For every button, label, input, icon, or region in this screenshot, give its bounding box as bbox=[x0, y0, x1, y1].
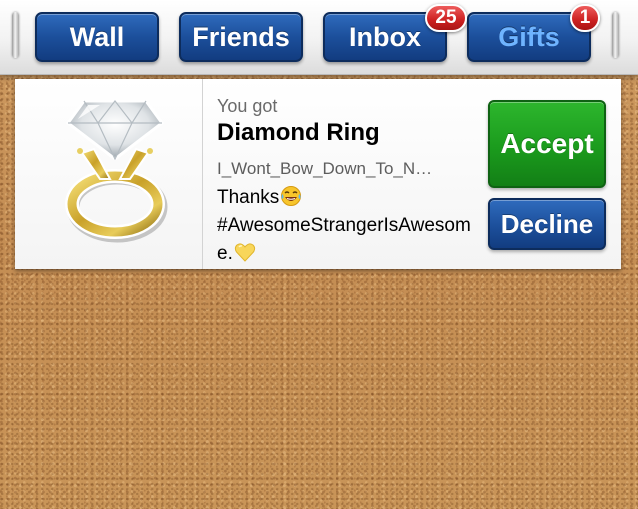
yellow-heart-emoji-icon bbox=[234, 243, 255, 262]
tears-of-joy-emoji-icon bbox=[281, 186, 302, 206]
accept-button-label: Accept bbox=[500, 128, 594, 159]
card-divider bbox=[202, 79, 203, 269]
gift-message: Thanks #AwesomeStrangerIsAwesome. bbox=[217, 184, 479, 268]
top-tab-bar: Wall Friends Inbox Gifts 25 1 bbox=[0, 0, 638, 75]
accept-button[interactable]: Accept bbox=[488, 100, 606, 188]
inbox-count-badge: 25 bbox=[425, 4, 467, 32]
tab-inbox-label: Inbox bbox=[349, 21, 421, 52]
diamond-ring-icon bbox=[65, 99, 168, 243]
gift-sender[interactable]: I_Wont_Bow_Down_To_N… bbox=[217, 159, 475, 179]
decline-button-label: Decline bbox=[500, 208, 594, 239]
gifts-count-badge: 1 bbox=[570, 4, 600, 32]
page-curl-right-icon bbox=[612, 12, 619, 58]
tab-wall[interactable]: Wall bbox=[35, 12, 159, 62]
gift-card: You got Diamond Ring I_Wont_Bow_Down_To_… bbox=[15, 79, 621, 269]
tab-wall-label: Wall bbox=[69, 21, 125, 52]
tab-gifts-label: Gifts bbox=[498, 21, 560, 52]
gift-message-part1: Thanks bbox=[217, 187, 280, 208]
decline-button[interactable]: Decline bbox=[488, 198, 606, 250]
tab-friends[interactable]: Friends bbox=[179, 12, 303, 62]
gift-header: You got bbox=[217, 96, 278, 116]
page-curl-left-icon bbox=[12, 12, 19, 58]
gift-item-name: Diamond Ring bbox=[217, 119, 380, 146]
tab-friends-label: Friends bbox=[192, 21, 290, 52]
